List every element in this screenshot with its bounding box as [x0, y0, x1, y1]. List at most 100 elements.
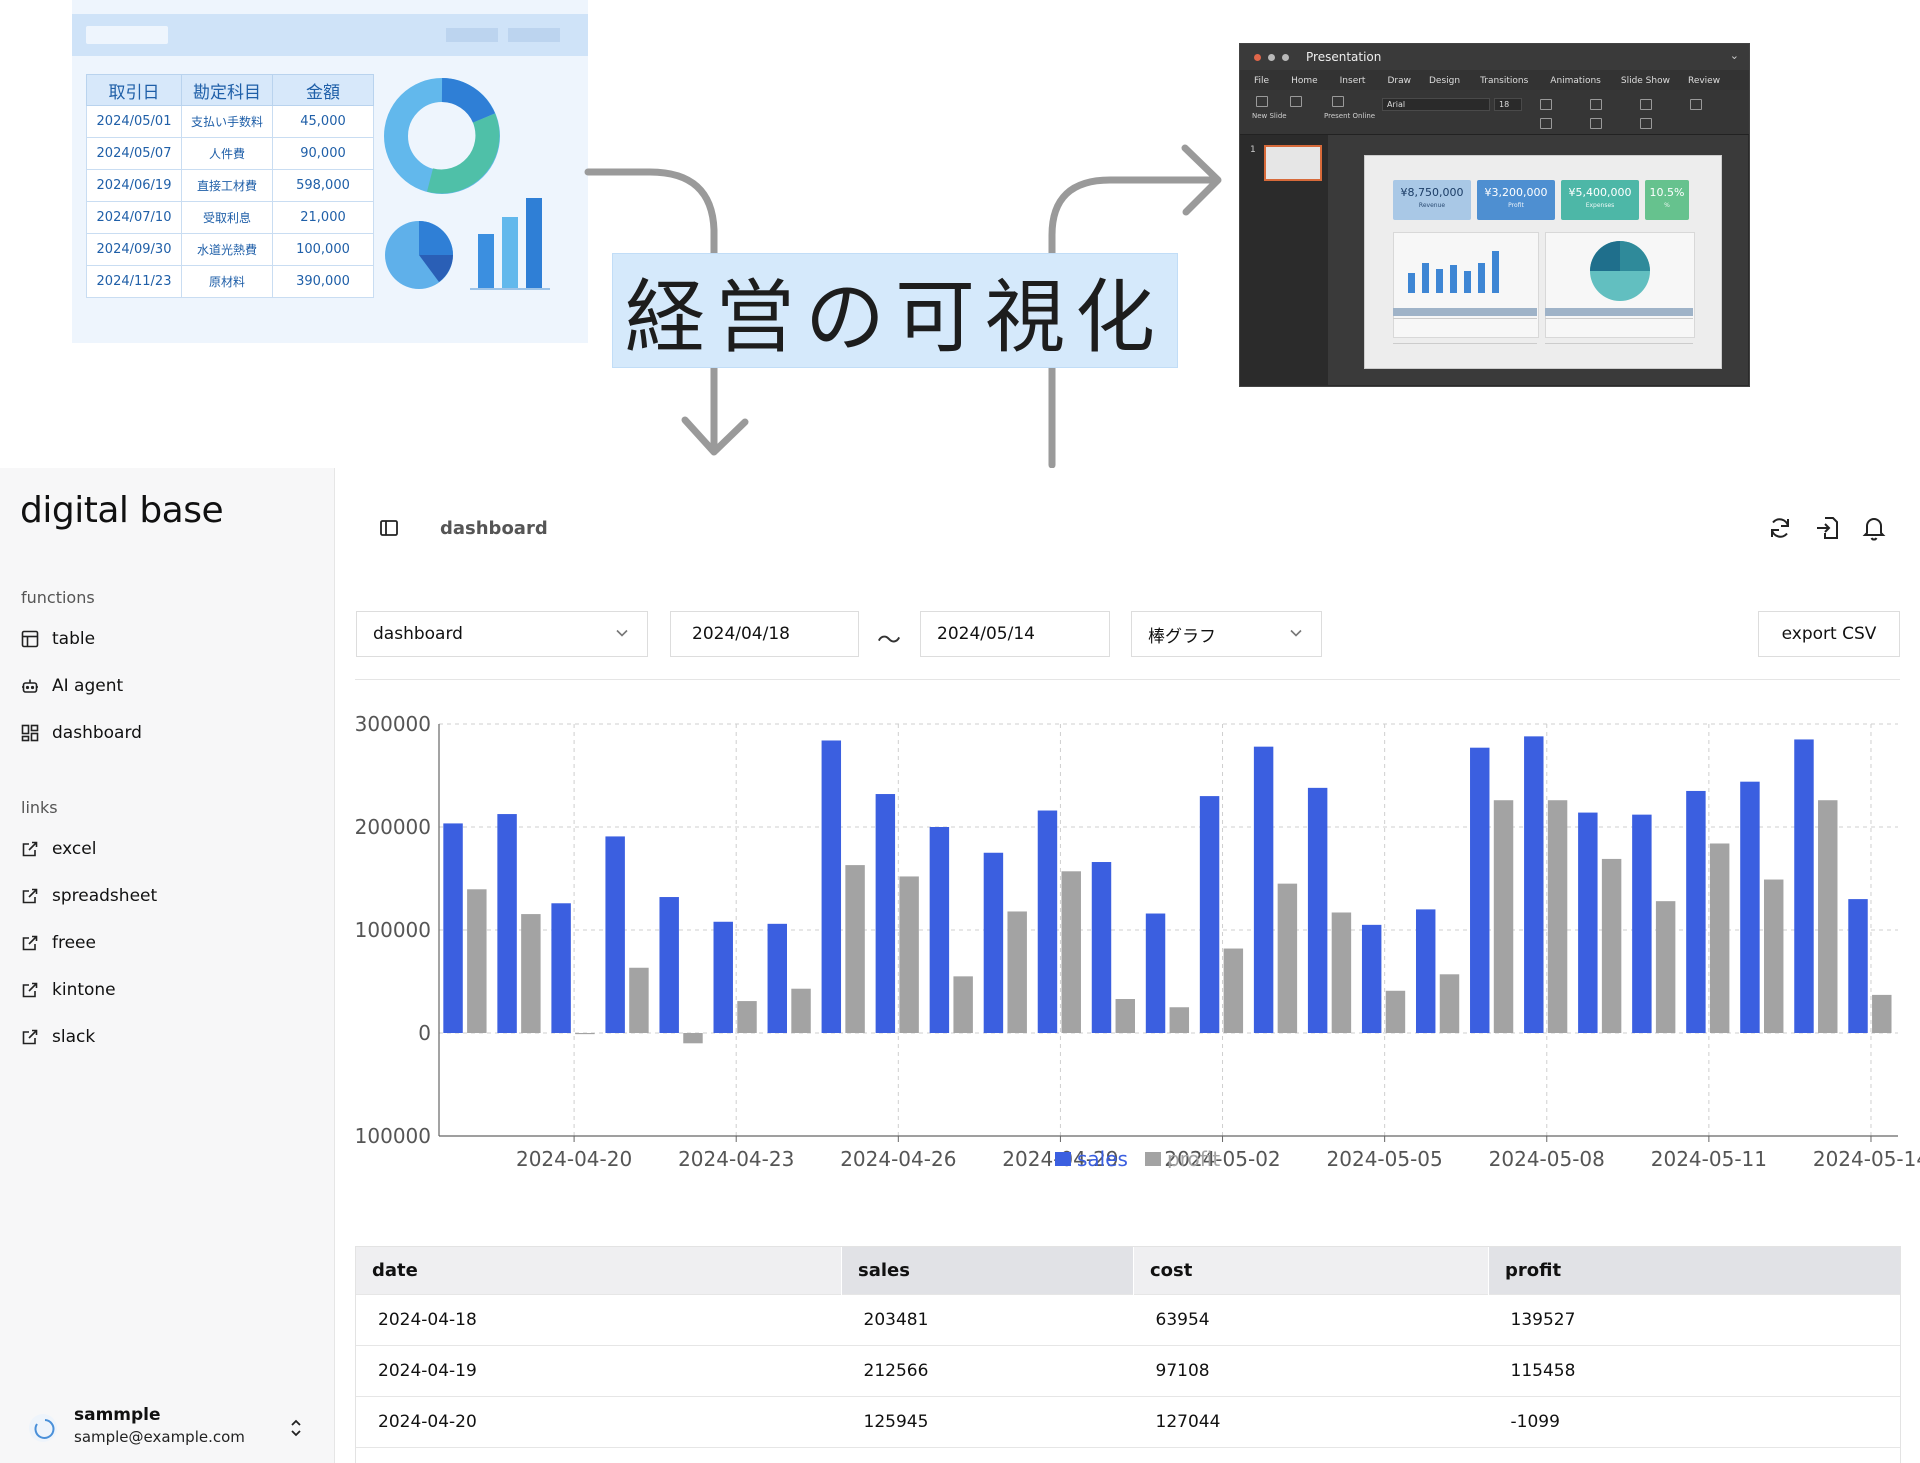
sales-bar: [767, 923, 787, 1033]
app: digital base functions table AI agent da…: [0, 468, 1920, 1463]
table-cell: 2024-04-19: [356, 1345, 842, 1397]
x-tick-label: 2024-05-08: [1489, 1147, 1605, 1168]
ppt-menu-item: Animations: [1550, 76, 1601, 86]
ledger-cell: 2024/05/07: [86, 137, 182, 170]
ledger-cell: 2024/05/01: [86, 105, 182, 138]
kpi-value: ¥3,200,000: [1484, 186, 1548, 199]
legend-swatch-profit: [1145, 1152, 1161, 1166]
sales-bar: [551, 903, 571, 1033]
column-header-sales[interactable]: sales: [841, 1247, 1134, 1295]
sheet-toolbar: [72, 14, 588, 56]
ledger-cell: 45,000: [272, 105, 374, 138]
ppt-title: Presentation: [1306, 50, 1382, 64]
date-to-input[interactable]: 2024/05/14: [920, 611, 1110, 657]
date-from-value: 2024/04/18: [692, 624, 790, 644]
kpi-card: ¥5,400,000 Expenses: [1561, 180, 1639, 220]
user-menu[interactable]: sammple sample@example.com: [22, 1405, 316, 1451]
ledger-row: 2024/05/07 人件費 90,000: [86, 137, 374, 170]
sidebar-link-freee[interactable]: freee: [20, 928, 96, 958]
export-csv-button[interactable]: export CSV: [1758, 611, 1900, 657]
kpi-value: 10.5%: [1649, 186, 1685, 199]
refresh-icon[interactable]: [1766, 514, 1794, 542]
sidebar-item-label: dashboard: [52, 723, 142, 743]
column-header-date[interactable]: date: [356, 1247, 842, 1295]
ppt-slide-thumbnails: 1: [1240, 135, 1329, 385]
table-cell: 127505: [1133, 1447, 1489, 1463]
sidebar-link-spreadsheet[interactable]: spreadsheet: [20, 881, 157, 911]
profit-bar: [737, 1001, 757, 1033]
avatar: [29, 1414, 57, 1442]
profit-bar: [1169, 1007, 1190, 1033]
sidebar-link-label: freee: [52, 933, 96, 953]
sidebar-link-slack[interactable]: slack: [20, 1022, 95, 1052]
user-name: sammple: [74, 1405, 161, 1425]
x-tick-label: 2024-04-23: [678, 1147, 794, 1168]
external-link-icon: [20, 980, 40, 1000]
ppt-menu-item: Draw: [1387, 76, 1411, 86]
external-link-icon: [20, 1027, 40, 1047]
ppt-menu: File Home Insert Draw Design Transitions…: [1240, 70, 1749, 90]
sales-bar: [1578, 812, 1598, 1033]
profit-bar: [1331, 912, 1352, 1033]
y-tick-label: 300000: [355, 712, 431, 736]
sidebar-item-ai-agent[interactable]: AI agent: [20, 671, 123, 701]
breadcrumb: dashboard: [440, 518, 548, 539]
spacing-icon: [1590, 118, 1602, 129]
table-cell: 212566: [841, 1345, 1134, 1397]
slide-thumbnail: [1264, 145, 1322, 181]
sidebar-link-kintone[interactable]: kintone: [20, 975, 116, 1005]
text-icon: [1640, 118, 1652, 129]
mini-charts-illustration: [384, 78, 550, 290]
date-from-input[interactable]: 2024/04/18: [670, 611, 859, 657]
sales-bar: [1470, 747, 1490, 1033]
x-tick-label: 2024-05-05: [1327, 1147, 1443, 1168]
bell-icon[interactable]: [1860, 514, 1888, 542]
sales-bar: [1524, 736, 1544, 1033]
y-tick-label: 100000: [355, 1124, 431, 1148]
dashboard-icon: [20, 723, 40, 743]
sidebar-link-excel[interactable]: excel: [20, 834, 96, 864]
sales-bar: [497, 814, 517, 1033]
column-header-profit[interactable]: profit: [1488, 1247, 1900, 1295]
chart-type-select[interactable]: 棒グラフ: [1131, 611, 1322, 657]
sidebar-toggle-icon[interactable]: [375, 514, 403, 542]
y-tick-label: 0: [418, 1021, 431, 1045]
profit-bar: [791, 988, 811, 1033]
sales-bar: [1686, 790, 1706, 1033]
ppt-titlebar: Presentation ⌄: [1240, 44, 1749, 70]
sales-bar: [1199, 796, 1220, 1033]
profit-bar: [1872, 994, 1892, 1033]
ledger-cell: 2024/07/10: [86, 201, 182, 234]
profit-bar: [1709, 843, 1730, 1033]
kpi-label: %: [1664, 202, 1670, 210]
chart-type-value: 棒グラフ: [1148, 626, 1216, 647]
chevron-down-icon: [1290, 629, 1302, 637]
table-cell: 190852: [841, 1447, 1134, 1463]
kpi-value: ¥5,400,000: [1568, 186, 1632, 199]
logout-icon[interactable]: [1813, 514, 1841, 542]
column-header-cost[interactable]: cost: [1133, 1247, 1489, 1295]
ledger-cell: 390,000: [272, 265, 374, 298]
ledger-header-account: 勘定科目: [181, 74, 273, 106]
sidebar-link-label: kintone: [52, 980, 116, 1000]
ppt-menu-item: Insert: [1339, 76, 1366, 86]
sales-bar: [1415, 909, 1436, 1033]
profit-bar: [1493, 800, 1514, 1033]
legend-label-profit: profit: [1167, 1147, 1220, 1168]
sales-profit-chart: 300000 200000 100000 0 100000 2024-04-20 2024-…: [355, 712, 1920, 1168]
ledger-cell: 2024/11/23: [86, 265, 182, 298]
table-cell: 2024-04-18: [356, 1294, 842, 1346]
links-section-label: links: [21, 798, 58, 817]
ppt-menu-item: Home: [1291, 76, 1318, 86]
profit-bar: [899, 876, 919, 1033]
layout-icon: [1290, 96, 1302, 107]
sidebar-item-dashboard[interactable]: dashboard: [20, 718, 142, 748]
ledger-cell: 受取利息: [181, 201, 273, 234]
list-icon: [1590, 99, 1602, 110]
sidebar-link-label: spreadsheet: [52, 886, 158, 906]
view-select[interactable]: dashboard: [356, 611, 648, 657]
logo: digital base: [20, 490, 224, 531]
sidebar-item-table[interactable]: table: [20, 624, 95, 654]
divider: [355, 679, 1900, 680]
data-table: date sales cost profit 2024-04-18 203481 6…: [356, 1247, 1900, 1463]
